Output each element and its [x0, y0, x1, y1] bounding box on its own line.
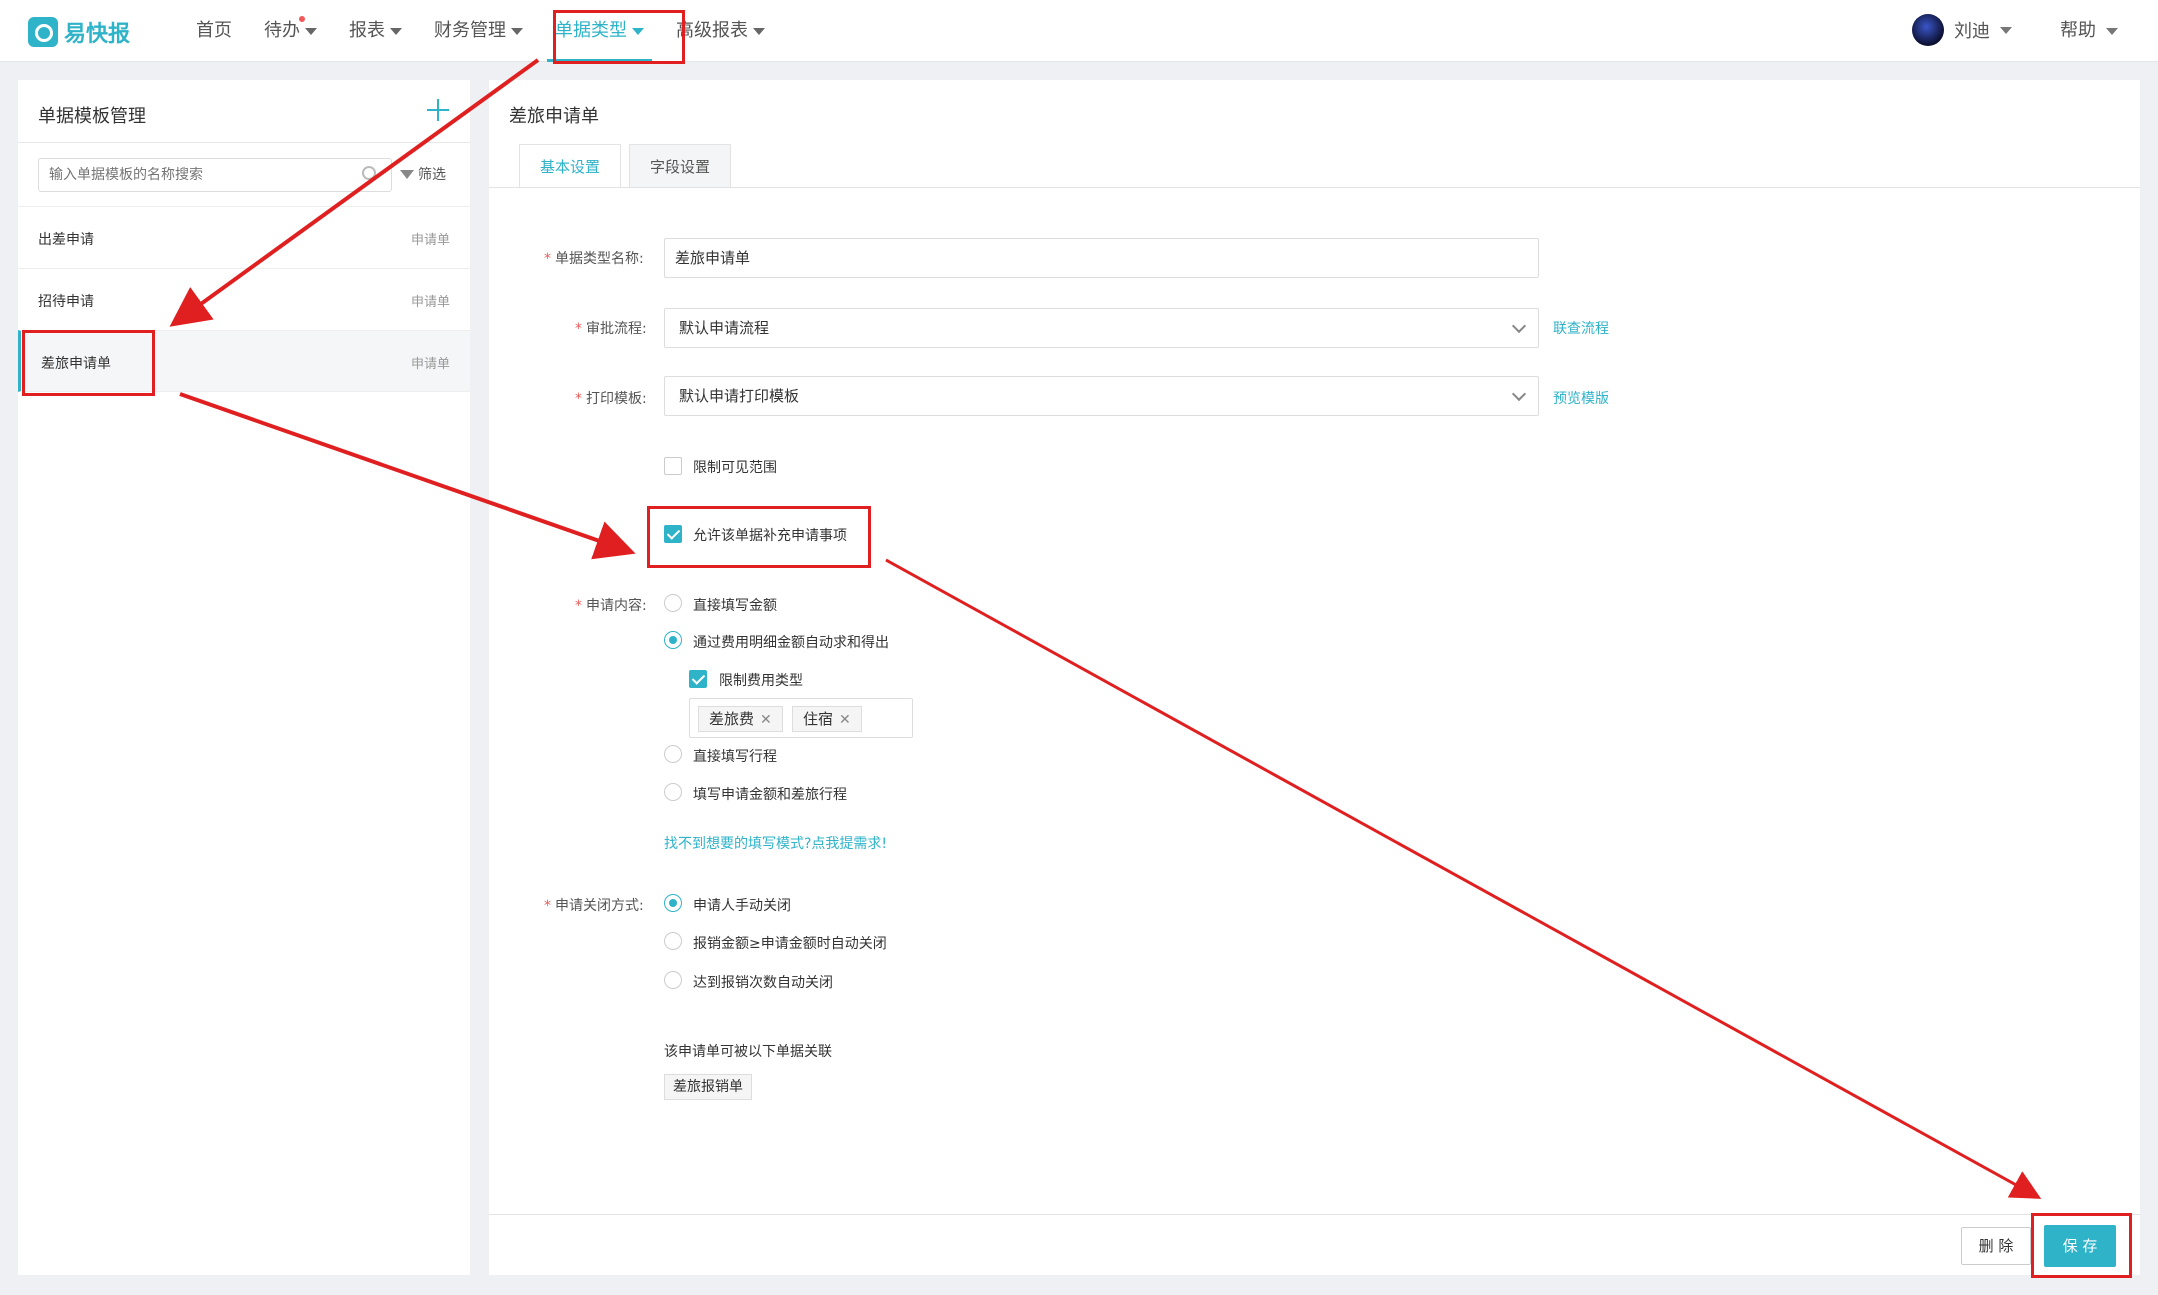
close-icon[interactable]: ✕ [839, 712, 851, 728]
help-label: 帮助 [2060, 20, 2096, 41]
nav-label: 首页 [196, 20, 232, 41]
divider [18, 142, 470, 143]
chevron-down-icon [632, 27, 644, 35]
view-flow-link[interactable]: 联查流程 [1553, 318, 1609, 338]
nav-item-todo[interactable]: 待办 [248, 0, 333, 62]
help-menu[interactable]: 帮助 [2060, 0, 2118, 62]
radio-label: 通过费用明细金额自动求和得出 [693, 635, 889, 651]
user-name: 刘迪 [1954, 21, 1990, 42]
close-radio-count[interactable] [664, 971, 682, 989]
content-radio-amount[interactable] [664, 594, 682, 612]
relation-label: 该申请单可被以下单据关联 [664, 1044, 832, 1060]
nav-label: 财务管理 [434, 20, 506, 41]
close-icon[interactable]: ✕ [760, 712, 772, 728]
nav-item-doc-types[interactable]: 单据类型 [539, 0, 660, 62]
item-name: 出差申请 [38, 232, 94, 248]
filter-icon [400, 169, 414, 179]
radio-label: 报销金额≥申请金额时自动关闭 [693, 936, 887, 952]
content-radio-auto-sum[interactable] [664, 631, 682, 649]
list-item[interactable]: 出差申请 申请单 [18, 206, 470, 268]
fee-tag: 差旅费 ✕ [698, 706, 783, 732]
template-list: 出差申请 申请单 招待申请 申请单 差旅申请单 申请单 [18, 206, 470, 392]
settings-panel: 差旅申请单 基本设置 字段设置 * 单据类型名称: 差旅申请单 * 审批流程: 默认… [489, 80, 2140, 1275]
checkbox-label: 允许该单据补充申请事项 [693, 528, 847, 544]
field-label: * 审批流程: [575, 321, 647, 337]
chevron-down-icon [1511, 318, 1527, 334]
logo-text: 易快报 [64, 22, 131, 47]
chevron-down-icon [305, 27, 317, 35]
radio-label: 填写申请金额和差旅行程 [693, 787, 847, 803]
close-radio-manual[interactable] [664, 894, 682, 912]
panel-title: 单据模板管理 [38, 106, 146, 127]
flow-select[interactable]: 默认申请流程 [664, 308, 1539, 348]
filter-label: 筛选 [418, 167, 446, 183]
nav-label: 单据类型 [555, 20, 627, 41]
list-item[interactable]: 招待申请 申请单 [18, 268, 470, 330]
notification-dot [299, 16, 305, 22]
nav-label: 待办 [264, 20, 300, 41]
field-label: * 申请关闭方式: [544, 898, 644, 914]
nav-item-advanced-reports[interactable]: 高级报表 [660, 0, 781, 62]
preview-template-link[interactable]: 预览模版 [1553, 388, 1609, 408]
nav-label: 高级报表 [676, 20, 748, 41]
filter-button[interactable]: 筛选 [400, 164, 446, 184]
nav-item-reports[interactable]: 报表 [333, 0, 418, 62]
search-icon[interactable] [362, 166, 376, 180]
chevron-down-icon [511, 27, 523, 35]
item-type: 申请单 [410, 233, 450, 248]
template-list-panel: 单据模板管理 筛选 出差申请 申请单 招待申请 申请单 差旅申请单 申请单 [18, 80, 470, 1275]
radio-label: 达到报销次数自动关闭 [693, 975, 833, 991]
checkbox-label: 限制可见范围 [693, 460, 777, 476]
item-type: 申请单 [410, 357, 450, 372]
divider [489, 187, 2140, 188]
field-label: * 单据类型名称: [544, 251, 644, 267]
nav-item-finance[interactable]: 财务管理 [418, 0, 539, 62]
chevron-down-icon [390, 27, 402, 35]
chevron-down-icon [2106, 27, 2118, 35]
item-name: 招待申请 [38, 294, 94, 310]
radio-label: 直接填写金额 [693, 598, 777, 614]
save-button[interactable]: 保 存 [2044, 1225, 2116, 1267]
radio-label: 申请人手动关闭 [693, 898, 791, 914]
close-radio-amount[interactable] [664, 932, 682, 950]
relation-chip[interactable]: 差旅报销单 [664, 1074, 752, 1100]
limit-visible-checkbox[interactable] [664, 457, 682, 475]
item-type: 申请单 [410, 295, 450, 310]
checkbox-label: 限制费用类型 [719, 673, 803, 689]
content-radio-amount-itinerary[interactable] [664, 783, 682, 801]
nav-label: 报表 [349, 20, 385, 41]
allow-supplement-checkbox[interactable] [664, 525, 682, 543]
tab-bar: 基本设置 字段设置 [519, 144, 739, 189]
name-field[interactable]: 差旅申请单 [664, 238, 1539, 278]
delete-button[interactable]: 删 除 [1961, 1227, 2031, 1265]
radio-label: 直接填写行程 [693, 749, 777, 765]
page-title: 差旅申请单 [509, 106, 599, 127]
content-radio-itinerary[interactable] [664, 745, 682, 763]
search-input[interactable] [38, 158, 392, 192]
top-nav-bar: 易快报 首页 待办 报表 财务管理 单据类型 高级报表 刘迪 帮助 [0, 0, 2158, 62]
request-mode-link[interactable]: 找不到想要的填写模式?点我提需求! [664, 833, 887, 853]
item-name: 差旅申请单 [41, 356, 111, 372]
list-item-selected[interactable]: 差旅申请单 申请单 [18, 330, 470, 392]
footer-divider [489, 1214, 2140, 1215]
user-menu[interactable]: 刘迪 [1912, 14, 2012, 46]
add-icon[interactable] [426, 98, 450, 122]
chevron-down-icon [753, 27, 765, 35]
avatar [1912, 14, 1944, 46]
tab-basic-settings[interactable]: 基本设置 [519, 144, 622, 189]
fee-tag: 住宿 ✕ [792, 706, 862, 732]
field-label: * 打印模板: [575, 391, 647, 407]
logo[interactable]: 易快报 [28, 16, 130, 48]
chevron-down-icon [1511, 386, 1527, 402]
fee-type-tag-input[interactable]: 差旅费 ✕ 住宿 ✕ [689, 698, 913, 738]
tab-field-settings[interactable]: 字段设置 [629, 144, 732, 188]
chevron-down-icon [2000, 26, 2012, 34]
print-template-select[interactable]: 默认申请打印模板 [664, 376, 1539, 416]
logo-icon [28, 17, 58, 47]
main-nav: 首页 待办 报表 财务管理 单据类型 高级报表 [180, 0, 781, 62]
limit-fee-type-checkbox[interactable] [689, 670, 707, 688]
field-label: * 申请内容: [575, 598, 647, 614]
nav-item-home[interactable]: 首页 [180, 0, 248, 62]
